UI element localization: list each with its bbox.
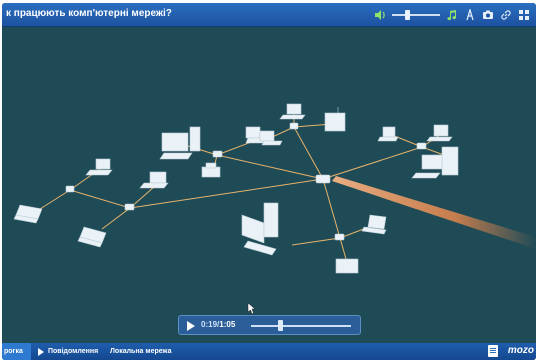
current-time: 0:19 <box>201 320 218 329</box>
play-triangle-icon <box>38 347 44 356</box>
network-animation <box>2 27 536 343</box>
laptop-icon <box>259 130 283 146</box>
link-icon[interactable] <box>500 9 512 21</box>
signal-beam <box>332 176 536 249</box>
server-box-icon <box>324 107 346 132</box>
app-window: к працюють комп'ютерні мережі? 0:19/1:05… <box>2 3 536 360</box>
laptop-icon <box>426 124 453 142</box>
laptop-icon <box>377 126 399 142</box>
document-icon[interactable] <box>488 345 498 357</box>
laptop-icon <box>85 158 113 176</box>
camera-icon[interactable] <box>482 9 494 21</box>
volume-icon[interactable] <box>374 9 386 21</box>
network-diagram <box>13 103 536 315</box>
desktop-computer-icon <box>241 202 279 256</box>
toolbar <box>374 8 530 22</box>
progress-track[interactable] <box>251 325 351 327</box>
progress-knob[interactable] <box>278 320 283 331</box>
hub-right <box>416 142 427 150</box>
music-icon[interactable] <box>446 9 458 21</box>
laptop-icon <box>361 214 387 235</box>
printer-icon <box>201 162 221 178</box>
hub-main <box>315 174 331 184</box>
hub-top-left <box>212 150 223 158</box>
volume-slider[interactable] <box>392 9 440 21</box>
laptop-icon <box>279 103 306 120</box>
laptop-icon <box>13 204 43 224</box>
tab-label: рогка <box>4 348 23 355</box>
tab-label: Локальна мережа <box>110 348 172 355</box>
monitor-icon <box>335 258 359 274</box>
tab-label: Повідомлення <box>48 348 99 355</box>
laptop-icon <box>139 171 169 189</box>
tab-routing[interactable]: рогка <box>4 343 23 360</box>
hub-bottom <box>334 233 345 241</box>
total-time: 1:05 <box>219 320 236 329</box>
desktop-computer-icon <box>159 126 201 160</box>
hub-far-left <box>65 185 75 193</box>
tab-local-network[interactable]: Локальна мережа <box>110 343 172 360</box>
grid-icon[interactable] <box>518 9 530 21</box>
mouse-cursor-icon <box>247 302 256 315</box>
hub-left <box>124 203 135 211</box>
time-display: 0:19/1:05 <box>201 320 235 329</box>
brand-logo: mozo <box>507 345 534 356</box>
volume-slider-knob[interactable] <box>405 10 410 20</box>
title-bar: к працюють комп'ютерні мережі? <box>2 3 536 27</box>
play-button[interactable] <box>187 321 195 331</box>
bottom-tab-bar: рогка Повідомлення Локальна мережа mozo <box>2 343 536 360</box>
tab-messages[interactable]: Повідомлення <box>38 343 98 360</box>
window-title: к працюють комп'ютерні мережі? <box>6 8 172 19</box>
media-player: 0:19/1:05 <box>178 315 361 335</box>
laptop-icon <box>77 226 107 248</box>
hub-top <box>289 122 299 130</box>
text-icon[interactable] <box>464 9 476 21</box>
